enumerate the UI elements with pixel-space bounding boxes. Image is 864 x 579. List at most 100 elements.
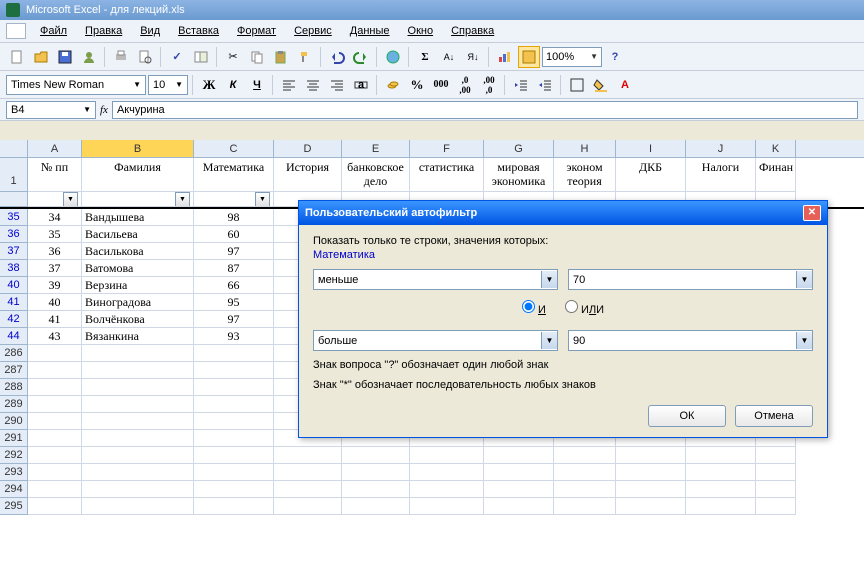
header-cell[interactable]: Финан: [756, 158, 796, 192]
cell[interactable]: [274, 481, 342, 498]
and-radio[interactable]: И: [522, 304, 546, 316]
header-cell[interactable]: Фамилия: [82, 158, 194, 192]
col-header-K[interactable]: K: [756, 140, 796, 157]
cell[interactable]: [82, 413, 194, 430]
cell[interactable]: [686, 464, 756, 481]
condition1-operator-combo[interactable]: меньше▼: [313, 269, 558, 290]
header-cell[interactable]: История: [274, 158, 342, 192]
cell[interactable]: [82, 481, 194, 498]
cell[interactable]: [410, 447, 484, 464]
cell[interactable]: [82, 498, 194, 515]
row-header[interactable]: 291: [0, 430, 28, 447]
underline-button[interactable]: Ч: [246, 74, 268, 96]
formula-bar[interactable]: Акчурина: [112, 101, 858, 119]
cell[interactable]: [82, 430, 194, 447]
filter-dropdown[interactable]: ▼: [63, 192, 78, 207]
cell[interactable]: [554, 498, 616, 515]
cell[interactable]: [194, 481, 274, 498]
condition1-value-combo[interactable]: 70▼: [568, 269, 813, 290]
drawing-button[interactable]: [518, 46, 540, 68]
cell[interactable]: 43: [28, 328, 82, 345]
cell[interactable]: [410, 498, 484, 515]
col-header-A[interactable]: A: [28, 140, 82, 157]
row-header[interactable]: 35: [0, 209, 28, 226]
cell[interactable]: [756, 481, 796, 498]
col-header-J[interactable]: J: [686, 140, 756, 157]
cell[interactable]: [28, 379, 82, 396]
cut-button[interactable]: ✂: [222, 46, 244, 68]
row-header[interactable]: 293: [0, 464, 28, 481]
cell[interactable]: [194, 413, 274, 430]
cell[interactable]: [82, 345, 194, 362]
cell[interactable]: 97: [194, 311, 274, 328]
cell[interactable]: 95: [194, 294, 274, 311]
header-cell[interactable]: статистика: [410, 158, 484, 192]
currency-button[interactable]: [382, 74, 404, 96]
row-header[interactable]: 289: [0, 396, 28, 413]
increase-decimal-button[interactable]: ,0,00: [454, 74, 476, 96]
cell[interactable]: 40: [28, 294, 82, 311]
increase-indent-button[interactable]: [534, 74, 556, 96]
cell[interactable]: [82, 362, 194, 379]
decrease-indent-button[interactable]: [510, 74, 532, 96]
cell[interactable]: [616, 481, 686, 498]
cell[interactable]: [484, 498, 554, 515]
cell[interactable]: 66: [194, 277, 274, 294]
cell[interactable]: [756, 498, 796, 515]
cell[interactable]: [194, 464, 274, 481]
app-menu-icon[interactable]: [6, 23, 26, 39]
font-color-button[interactable]: A: [614, 74, 636, 96]
cell[interactable]: [194, 396, 274, 413]
new-button[interactable]: [6, 46, 28, 68]
cell[interactable]: Василькова: [82, 243, 194, 260]
cell[interactable]: [756, 447, 796, 464]
cell[interactable]: [342, 447, 410, 464]
hyperlink-button[interactable]: [382, 46, 404, 68]
cell[interactable]: [616, 447, 686, 464]
cell[interactable]: [554, 464, 616, 481]
cell[interactable]: 93: [194, 328, 274, 345]
merge-button[interactable]: a: [350, 74, 372, 96]
cell[interactable]: 36: [28, 243, 82, 260]
cell[interactable]: [686, 447, 756, 464]
fx-label[interactable]: fx: [100, 104, 108, 116]
cell[interactable]: [28, 447, 82, 464]
cell[interactable]: [28, 413, 82, 430]
cell[interactable]: [554, 447, 616, 464]
cell[interactable]: 34: [28, 209, 82, 226]
cell[interactable]: 41: [28, 311, 82, 328]
cell[interactable]: 39: [28, 277, 82, 294]
row-header[interactable]: 288: [0, 379, 28, 396]
ok-button[interactable]: ОК: [648, 405, 726, 427]
col-header-G[interactable]: G: [484, 140, 554, 157]
copy-button[interactable]: [246, 46, 268, 68]
research-button[interactable]: [190, 46, 212, 68]
row-header[interactable]: 295: [0, 498, 28, 515]
font-name-combo[interactable]: Times New Roman▼: [6, 75, 146, 95]
row-header[interactable]: 37: [0, 243, 28, 260]
cell[interactable]: [616, 464, 686, 481]
col-header-F[interactable]: F: [410, 140, 484, 157]
cell[interactable]: [194, 362, 274, 379]
menu-view[interactable]: Вид: [132, 23, 168, 39]
header-cell[interactable]: Налоги: [686, 158, 756, 192]
cell[interactable]: [82, 379, 194, 396]
menu-help[interactable]: Справка: [443, 23, 502, 39]
col-header-B[interactable]: B: [82, 140, 194, 157]
filter-dropdown[interactable]: ▼: [175, 192, 190, 207]
cell[interactable]: [194, 447, 274, 464]
cell[interactable]: [28, 396, 82, 413]
bold-button[interactable]: Ж: [198, 74, 220, 96]
header-cell[interactable]: мировая экономика: [484, 158, 554, 192]
close-button[interactable]: ✕: [803, 205, 821, 221]
row-header[interactable]: 1: [0, 158, 28, 192]
row-header[interactable]: 42: [0, 311, 28, 328]
cell[interactable]: Верзина: [82, 277, 194, 294]
italic-button[interactable]: К: [222, 74, 244, 96]
header-cell[interactable]: эконом теория: [554, 158, 616, 192]
cell[interactable]: [274, 464, 342, 481]
dialog-titlebar[interactable]: Пользовательский автофильтр ✕: [299, 201, 827, 225]
header-cell[interactable]: № пп: [28, 158, 82, 192]
cell[interactable]: [28, 498, 82, 515]
cancel-button[interactable]: Отмена: [735, 405, 813, 427]
